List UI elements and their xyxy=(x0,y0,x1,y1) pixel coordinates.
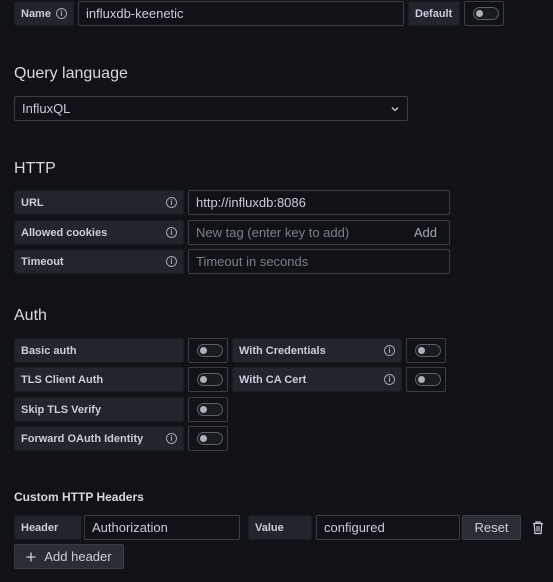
reset-button-label: Reset xyxy=(474,520,509,535)
forward-oauth-label-box: Forward OAuth Identity i xyxy=(14,426,184,451)
value-label-box: Value xyxy=(248,515,312,540)
basic-auth-label-box: Basic auth xyxy=(14,338,184,363)
header-name-input[interactable]: Authorization xyxy=(84,515,240,540)
basic-auth-label: Basic auth xyxy=(21,344,77,357)
info-icon[interactable]: i xyxy=(166,256,177,267)
value-label: Value xyxy=(255,521,284,534)
skip-tls-verify-label-box: Skip TLS Verify xyxy=(14,397,184,422)
default-toggle-box xyxy=(464,1,504,26)
header-value-input[interactable]: configured xyxy=(316,515,460,540)
with-ca-cert-label-box: With CA Cert i xyxy=(232,367,402,392)
allowed-cookies-placeholder: New tag (enter key to add) xyxy=(196,225,350,240)
url-input[interactable]: http://influxdb:8086 xyxy=(188,190,450,215)
add-header-button[interactable]: Add header xyxy=(14,544,124,569)
tls-client-auth-label-box: TLS Client Auth xyxy=(14,367,184,392)
auth-heading: Auth xyxy=(14,307,47,324)
with-credentials-label: With Credentials xyxy=(239,344,326,357)
tls-client-auth-toggle-box xyxy=(188,367,228,392)
with-credentials-toggle[interactable] xyxy=(415,344,441,357)
with-ca-cert-toggle-box xyxy=(406,367,446,392)
http-heading: HTTP xyxy=(14,160,56,177)
default-toggle[interactable] xyxy=(473,7,499,20)
tls-client-auth-toggle[interactable] xyxy=(197,373,223,386)
name-label: Name xyxy=(21,7,51,20)
header-label-box: Header xyxy=(14,515,82,540)
allowed-cookies-input[interactable]: New tag (enter key to add) Add xyxy=(188,220,450,245)
reset-button[interactable]: Reset xyxy=(462,515,521,540)
header-label: Header xyxy=(21,521,59,534)
skip-tls-verify-toggle-box xyxy=(188,397,228,422)
skip-tls-verify-toggle[interactable] xyxy=(197,403,223,416)
url-input-value: http://influxdb:8086 xyxy=(196,195,306,210)
timeout-placeholder: Timeout in seconds xyxy=(196,254,309,269)
info-icon[interactable]: i xyxy=(384,374,395,385)
info-icon[interactable]: i xyxy=(166,433,177,444)
with-ca-cert-label: With CA Cert xyxy=(239,373,307,386)
basic-auth-toggle-box xyxy=(188,338,228,363)
query-language-value: InfluxQL xyxy=(22,101,71,116)
header-name-value: Authorization xyxy=(92,520,168,535)
info-icon[interactable]: i xyxy=(56,8,67,19)
header-value-value: configured xyxy=(324,520,385,535)
add-header-label: Add header xyxy=(44,549,112,564)
custom-headers-heading: Custom HTTP Headers xyxy=(14,490,144,504)
info-icon[interactable]: i xyxy=(166,227,177,238)
forward-oauth-toggle-box xyxy=(188,426,228,451)
query-language-heading: Query language xyxy=(14,65,128,82)
timeout-label: Timeout xyxy=(21,255,64,268)
skip-tls-verify-label: Skip TLS Verify xyxy=(21,403,102,416)
forward-oauth-toggle[interactable] xyxy=(197,432,223,445)
allowed-cookies-label-box: Allowed cookies i xyxy=(14,220,184,245)
query-language-select[interactable]: InfluxQL xyxy=(14,96,408,121)
name-input[interactable]: influxdb-keenetic xyxy=(78,1,404,26)
forward-oauth-label: Forward OAuth Identity xyxy=(21,432,144,445)
info-icon[interactable]: i xyxy=(384,345,395,356)
chevron-down-icon xyxy=(391,106,399,111)
with-credentials-toggle-box xyxy=(406,338,446,363)
timeout-label-box: Timeout i xyxy=(14,249,184,274)
trash-icon[interactable] xyxy=(531,520,545,535)
default-label: Default xyxy=(415,7,453,20)
with-ca-cert-toggle[interactable] xyxy=(415,373,441,386)
with-credentials-label-box: With Credentials i xyxy=(232,338,402,363)
add-cookie-button[interactable]: Add xyxy=(414,225,437,240)
tls-client-auth-label: TLS Client Auth xyxy=(21,373,104,386)
info-icon[interactable]: i xyxy=(166,197,177,208)
name-input-value: influxdb-keenetic xyxy=(86,6,184,21)
url-label: URL xyxy=(21,196,44,209)
timeout-input[interactable]: Timeout in seconds xyxy=(188,249,450,274)
basic-auth-toggle[interactable] xyxy=(197,344,223,357)
allowed-cookies-label: Allowed cookies xyxy=(21,226,108,239)
name-label-box: Name i xyxy=(14,1,74,26)
url-label-box: URL i xyxy=(14,190,184,215)
default-label-box: Default xyxy=(408,1,460,26)
plus-icon xyxy=(26,552,36,561)
